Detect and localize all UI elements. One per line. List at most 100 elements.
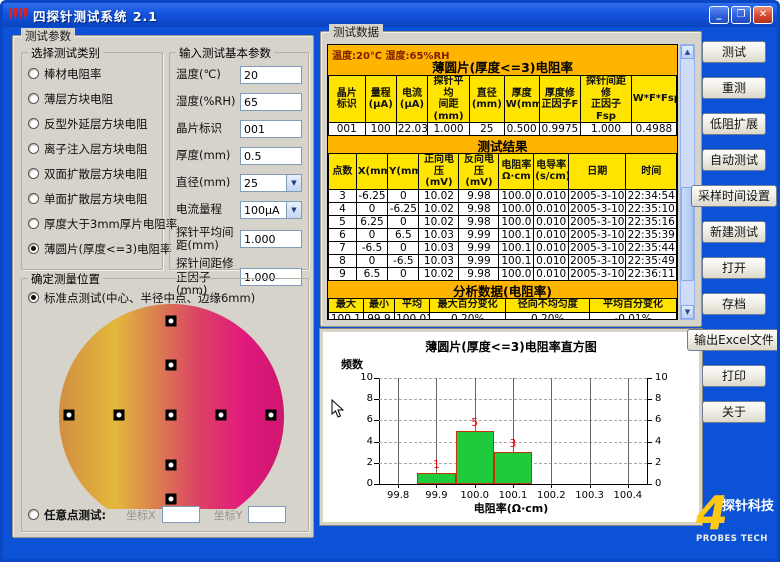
cell: 100 — [364, 122, 397, 136]
param-select[interactable]: 25 ▼ — [240, 174, 302, 192]
column-header: X(mm) — [355, 153, 389, 190]
y-tick-label: 2 — [655, 456, 662, 468]
measure-position-group-title: 确定测量位置 — [28, 271, 103, 287]
action-button[interactable]: 打开 — [702, 257, 766, 279]
cell: 0 — [387, 240, 420, 255]
window-title: 四探针测试系统 2.1 — [33, 8, 158, 24]
cell: 22:35:49 — [625, 253, 677, 268]
bar-value-label: 3 — [509, 438, 517, 451]
action-button[interactable]: 采样时间设置 — [691, 185, 777, 207]
action-button[interactable]: 测试 — [702, 41, 766, 63]
plot-area: 0 0 2 2 4 4 6 6 8 8 10 10 99.8 99.9 1 100.0 5 100.1 3 100.2… — [323, 332, 699, 522]
cell: 99.9 — [362, 311, 396, 319]
action-button[interactable]: 关于 — [702, 401, 766, 423]
column-header: 点数 — [328, 153, 357, 190]
probes-tech-logo: 4 探针科技 PROBES TECH — [694, 484, 774, 546]
param-field: 电流量程 100μA ▼ — [176, 199, 304, 221]
column-header: 反向电压 (mV) — [458, 153, 500, 190]
minimize-button[interactable]: _ — [709, 6, 729, 24]
action-button[interactable]: 重测 — [702, 77, 766, 99]
cell: 10.03 — [418, 227, 460, 242]
x-tick-mark — [474, 484, 476, 488]
param-select[interactable]: 100μA ▼ — [240, 201, 302, 219]
cell: 4 — [328, 201, 357, 216]
test-type-option[interactable]: 薄圆片(厚度<=3)电阻率 — [28, 236, 172, 261]
cell: 5 — [328, 214, 357, 229]
param-input[interactable] — [240, 93, 302, 111]
test-type-option[interactable]: 厚度大于3mm厚片电阻率 — [28, 211, 177, 236]
basic-params-group: 输入测试基本参数 温度(℃)湿度(%RH)晶片标识厚度(mm)直径(mm)25▼… — [169, 45, 309, 296]
cell: 2005-3-10 — [568, 253, 627, 268]
column-header: 厚度 W(mm) — [503, 75, 540, 123]
cell: 100.1 — [498, 253, 535, 268]
action-button-column: 测试重测低阻扩展自动测试采样时间设置 新建测试打开存档输出Excel文件 打印关于 — [687, 41, 777, 437]
app-window: 四探针测试系统 2.1 _ ❐ ✕ 测试参数 选择测试类别 棒材电阻率 薄层方块电… — [0, 0, 780, 562]
cell: 9.98 — [458, 214, 500, 229]
cell: 10.02 — [418, 266, 460, 281]
param-label: 晶片标识 — [176, 121, 222, 136]
param-input[interactable] — [240, 230, 302, 249]
close-button[interactable]: ✕ — [753, 6, 773, 24]
action-button[interactable]: 自动测试 — [702, 149, 766, 171]
table-row: 8 0 -6.5 10.03 9.99 100.1 0.010 2005-3-10 22:35:… — [328, 253, 677, 268]
test-type-option[interactable]: 单面扩散层方块电阻 — [28, 186, 162, 211]
test-type-option[interactable]: 双面扩散层方块电阻 — [28, 161, 162, 186]
cell: 25 — [468, 122, 505, 136]
cell: 2005-3-10 — [568, 214, 627, 229]
cell: 0 — [355, 201, 389, 216]
y-tick-label: 4 — [655, 435, 662, 447]
param-input[interactable] — [240, 120, 302, 138]
title-bar[interactable]: 四探针测试系统 2.1 _ ❐ ✕ — [3, 3, 777, 27]
panel-title: 测试参数 — [21, 28, 75, 44]
action-button[interactable]: 存档 — [702, 293, 766, 315]
data-panel-title: 测试数据 — [329, 24, 383, 40]
action-button[interactable]: 低阻扩展 — [702, 113, 766, 135]
cell: 7 — [328, 240, 357, 255]
coord-y-input[interactable] — [248, 506, 287, 523]
cell: 1.000 — [580, 122, 632, 136]
cell: 10.03 — [418, 253, 460, 268]
cell: 9.98 — [458, 188, 500, 203]
column-header: 厚度修 正因子F — [538, 75, 582, 123]
scrollbar[interactable]: ▲ ▼ — [680, 44, 695, 320]
param-input[interactable] — [240, 66, 302, 84]
action-button[interactable]: 打印 — [702, 365, 766, 387]
cell: -6.5 — [387, 253, 420, 268]
y-tick-mark — [374, 378, 379, 379]
y-tick-mark — [647, 441, 652, 443]
arbitrary-point-radio[interactable]: 任意点测试: — [28, 507, 106, 523]
scroll-down-icon[interactable]: ▼ — [681, 305, 694, 319]
test-type-option[interactable]: 反型外延层方块电阻 — [28, 111, 162, 136]
scroll-up-icon[interactable]: ▲ — [681, 45, 694, 59]
cell: 2005-3-10 — [568, 188, 627, 203]
test-type-option[interactable]: 薄层方块电阻 — [28, 86, 162, 111]
test-type-option[interactable]: 棒材电阻率 — [28, 61, 162, 86]
test-type-option[interactable]: 离子注入层方块电阻 — [28, 136, 162, 161]
cell: 22:35:44 — [625, 240, 677, 255]
cell: 0.20% — [428, 311, 507, 319]
cell: 22:35:16 — [625, 214, 677, 229]
header-row: 点数X(mm)Y(mm)正向电压 (mV)反向电压 (mV)电阻率 Ω·cm电导… — [328, 153, 677, 190]
y-tick-label: 2 — [366, 456, 373, 468]
param-field: 探针平均间距(mm) — [176, 225, 304, 252]
radio-icon — [28, 143, 39, 154]
test-type-label: 厚度大于3mm厚片电阻率 — [44, 216, 178, 231]
y-tick-label: 6 — [366, 414, 373, 426]
coord-x-input[interactable] — [161, 506, 200, 523]
cell: 0.9975 — [538, 122, 582, 136]
restore-button[interactable]: ❐ — [731, 6, 751, 24]
environment-readout: 温度:20℃ 湿度:65%RH — [332, 51, 450, 62]
param-input[interactable] — [240, 147, 302, 165]
cell: 9.99 — [458, 240, 500, 255]
column-header: 晶片 标识 — [328, 75, 366, 123]
action-button[interactable]: 输出Excel文件 — [687, 329, 777, 351]
histogram-bar — [493, 452, 533, 484]
action-button[interactable]: 新建测试 — [702, 221, 766, 243]
radio-icon — [28, 68, 39, 79]
column-header: 平均百分变化 — [588, 297, 677, 313]
cell: 10.02 — [418, 188, 460, 203]
cell: 0.010 — [533, 266, 570, 281]
wafer-gradient-disc — [59, 304, 284, 509]
cell: -0.01% — [588, 311, 677, 319]
cell: 100.0 — [498, 201, 535, 216]
